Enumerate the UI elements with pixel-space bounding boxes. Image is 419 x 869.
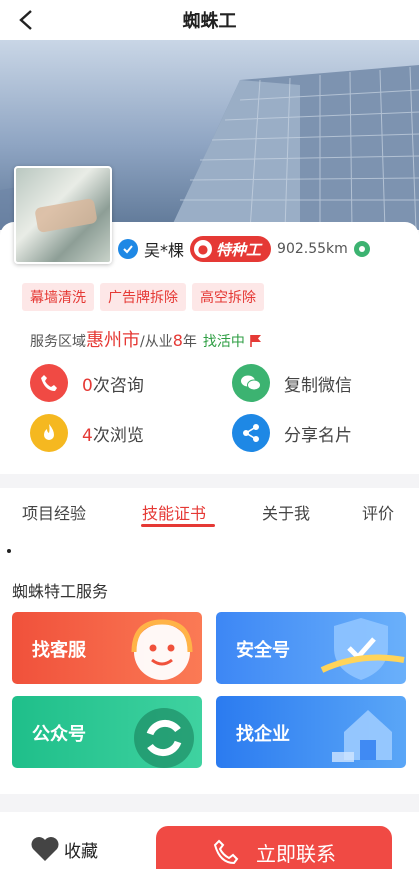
list-bullet (7, 549, 11, 553)
security-number-label: 安全号 (236, 640, 290, 661)
avatar (14, 166, 112, 264)
browse-count: 4 (82, 425, 93, 446)
work-status: 找活中 (202, 334, 245, 350)
lock-icon: ● (194, 240, 213, 258)
experience-years: 8 (172, 331, 183, 350)
find-company-label: 找企业 (236, 724, 290, 745)
tab-skill-certificates[interactable]: 技能证书 (142, 500, 206, 524)
location-icon[interactable] (353, 241, 370, 257)
skill-tags: 幕墙清洗 广告牌拆除 高空拆除 (22, 283, 264, 311)
contact-now-label: 立即联系 (256, 841, 336, 866)
back-button[interactable] (12, 6, 40, 34)
verified-icon (118, 239, 138, 259)
top-bar: 蜘蛛工 (0, 0, 419, 40)
copy-wechat-button[interactable]: 复制微信 (232, 364, 352, 402)
official-account-card[interactable]: 公众号 (12, 696, 202, 768)
security-number-card[interactable]: 安全号 (216, 612, 406, 684)
smiley-icon (131, 619, 193, 680)
consult-action[interactable]: 0次咨询 (30, 364, 144, 402)
favorite-label: 收藏 (64, 841, 98, 862)
experience-suffix: 年 (182, 334, 197, 350)
badge-label: 特种工 (216, 240, 262, 259)
favorite-button[interactable]: 收藏 (30, 836, 98, 862)
copy-wechat-label: 复制微信 (284, 375, 352, 396)
customer-service-card[interactable]: 找客服 (12, 612, 202, 684)
phone-icon (213, 839, 239, 865)
name-row: 吴*棵 ● 特种工 902.55km (118, 235, 370, 263)
area-label: 服务区域 (30, 334, 86, 350)
tab-reviews[interactable]: 评价 (362, 500, 394, 524)
wechat-icon (232, 364, 270, 402)
distance: 902.55km (277, 241, 348, 257)
building-icon (332, 710, 392, 762)
active-tab-indicator (141, 524, 215, 527)
special-worker-badge: ● 特种工 (190, 236, 272, 262)
fire-icon (30, 414, 68, 452)
flag-icon (250, 335, 261, 347)
service-city: 惠州市 (86, 330, 140, 351)
find-company-card[interactable]: 找企业 (216, 696, 406, 768)
customer-service-label: 找客服 (32, 640, 86, 661)
service-info: 服务区域 惠州市 /从业 8 年 找活中 (30, 326, 263, 352)
share-card-button[interactable]: 分享名片 (232, 414, 352, 452)
tab-about-me[interactable]: 关于我 (262, 500, 310, 524)
browse-action: 4次浏览 (30, 414, 144, 452)
skill-tag: 幕墙清洗 (22, 283, 94, 311)
consult-count: 0 (82, 375, 93, 396)
contact-now-button[interactable]: 立即联系 (156, 826, 392, 869)
tab-project-experience[interactable]: 项目经验 (22, 500, 86, 524)
skill-tag: 广告牌拆除 (100, 283, 186, 311)
share-icon (232, 414, 270, 452)
share-card-label: 分享名片 (284, 425, 352, 446)
chevron-left-icon (19, 10, 32, 30)
heart-icon (31, 837, 59, 861)
shield-icon (320, 618, 405, 680)
phone-icon (30, 364, 68, 402)
section-title: 蜘蛛特工服务 (12, 582, 109, 601)
worker-name: 吴*棵 (144, 241, 185, 260)
browse-label: 次浏览 (92, 425, 144, 446)
page-title: 蜘蛛工 (182, 11, 237, 32)
refresh-icon (134, 708, 194, 768)
skill-tag: 高空拆除 (192, 283, 264, 311)
official-account-label: 公众号 (32, 724, 86, 745)
experience-prefix: /从业 (140, 334, 173, 350)
consult-label: 次咨询 (92, 375, 144, 396)
